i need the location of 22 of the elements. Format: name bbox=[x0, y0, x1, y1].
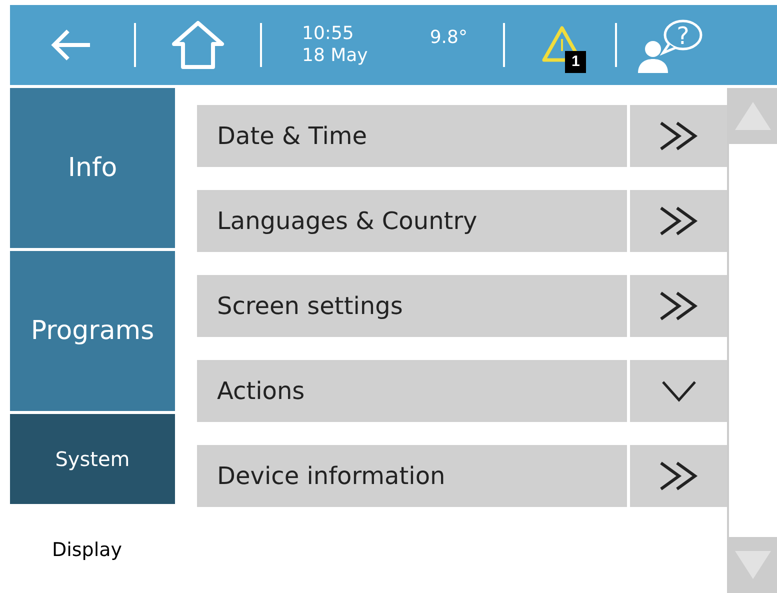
menu-item[interactable]: Date & Time bbox=[197, 105, 627, 167]
section-label: Display bbox=[51, 538, 124, 561]
clock-time: 10:55 bbox=[302, 23, 355, 45]
sidebar-tab[interactable]: Info bbox=[10, 88, 175, 248]
menu-item[interactable]: Device information bbox=[197, 445, 627, 507]
open-button[interactable] bbox=[630, 190, 727, 252]
open-button[interactable] bbox=[630, 275, 727, 337]
chevron-down-icon bbox=[660, 380, 696, 402]
menu-item[interactable]: Languages & Country bbox=[197, 190, 627, 252]
open-button[interactable] bbox=[630, 105, 727, 167]
date-text: 18 May bbox=[302, 45, 368, 67]
alert-count-badge: 1 bbox=[565, 51, 586, 73]
menu-item[interactable]: Actions bbox=[197, 360, 627, 422]
menu-item[interactable]: Screen settings bbox=[197, 275, 627, 337]
home-icon bbox=[170, 20, 226, 70]
temperature-reading: 9.8° bbox=[430, 27, 468, 48]
sidebar-tab[interactable]: System bbox=[10, 414, 175, 504]
home-button[interactable] bbox=[170, 20, 226, 70]
open-button[interactable] bbox=[630, 445, 727, 507]
expand-button[interactable] bbox=[630, 360, 727, 422]
alert-button[interactable]: 1 bbox=[541, 25, 608, 79]
sidebar-tab[interactable]: Programs bbox=[10, 251, 175, 411]
